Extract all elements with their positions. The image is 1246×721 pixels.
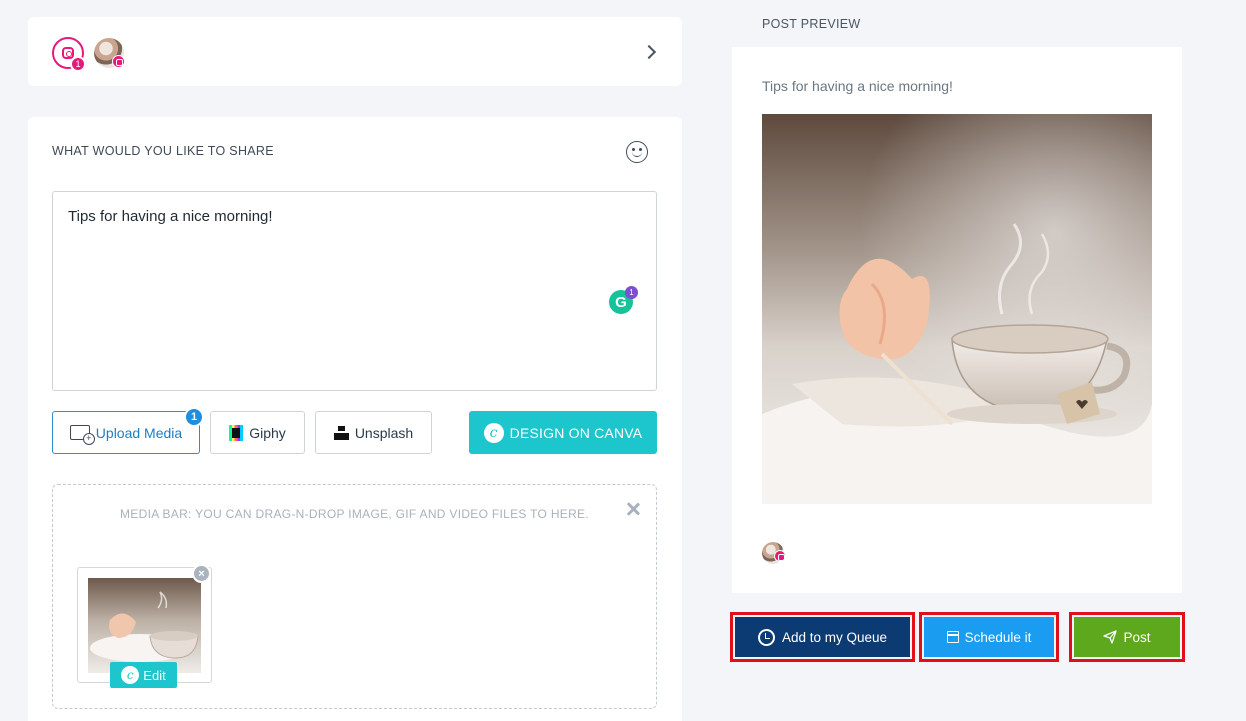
design-on-canva-button[interactable]: c DESIGN ON CANVA [469,411,657,454]
schedule-label: Schedule it [964,629,1032,645]
unsplash-icon [333,425,349,440]
post-text: Tips for having a nice morning! [68,208,273,225]
giphy-button[interactable]: Giphy [210,411,305,454]
chevron-right-icon[interactable] [643,41,659,63]
network-count-badge: 1 [70,56,86,72]
post-text-input[interactable]: Tips for having a nice morning! G 1 [52,191,657,391]
giphy-label: Giphy [249,424,286,441]
post-preview: Tips for having a nice morning! [732,47,1182,593]
post-label: Post [1123,629,1151,645]
media-bar[interactable]: MEDIA BAR: YOU CAN DRAG-N-DROP IMAGE, GI… [52,484,657,709]
add-to-queue-label: Add to my Queue [781,629,888,645]
media-thumbnail-image [88,578,201,673]
edit-label: Edit [143,667,166,683]
add-to-queue-button[interactable]: Add to my Queue [730,612,915,662]
grammarly-count-badge: 1 [625,286,638,299]
giphy-icon [229,424,244,441]
close-icon[interactable] [625,501,641,517]
instagram-icon [774,550,786,562]
compose-heading: WHAT WOULD YOU LIKE TO SHARE [52,144,274,158]
upload-media-label: Upload Media [95,424,183,441]
schedule-button[interactable]: Schedule it [919,612,1059,662]
preview-image [762,114,1152,504]
preview-heading: POST PREVIEW [762,17,861,31]
upload-count-badge: 1 [184,407,204,427]
unsplash-label: Unsplash [354,424,414,441]
preview-text: Tips for having a nice morning! [762,78,953,94]
send-icon [1103,630,1118,644]
canva-icon: c [121,666,140,684]
unsplash-button[interactable]: Unsplash [315,411,432,454]
media-bar-hint: MEDIA BAR: YOU CAN DRAG-N-DROP IMAGE, GI… [120,507,589,521]
calendar-icon [946,631,959,643]
canva-edit-button[interactable]: c Edit [110,662,177,688]
post-button[interactable]: Post [1069,612,1185,662]
remove-icon[interactable]: × [192,564,211,583]
canva-label: DESIGN ON CANVA [509,424,643,441]
queue-icon [757,628,775,646]
emoji-icon[interactable] [626,141,648,163]
compose-panel: WHAT WOULD YOU LIKE TO SHARE Tips for ha… [28,117,682,721]
canva-icon: c [483,422,504,443]
image-upload-icon [69,425,95,445]
media-thumbnail[interactable]: × c Edit [77,564,212,688]
account-selector[interactable]: 1 [28,17,682,86]
upload-media-button[interactable]: Upload Media [52,411,200,454]
instagram-icon [112,55,125,68]
